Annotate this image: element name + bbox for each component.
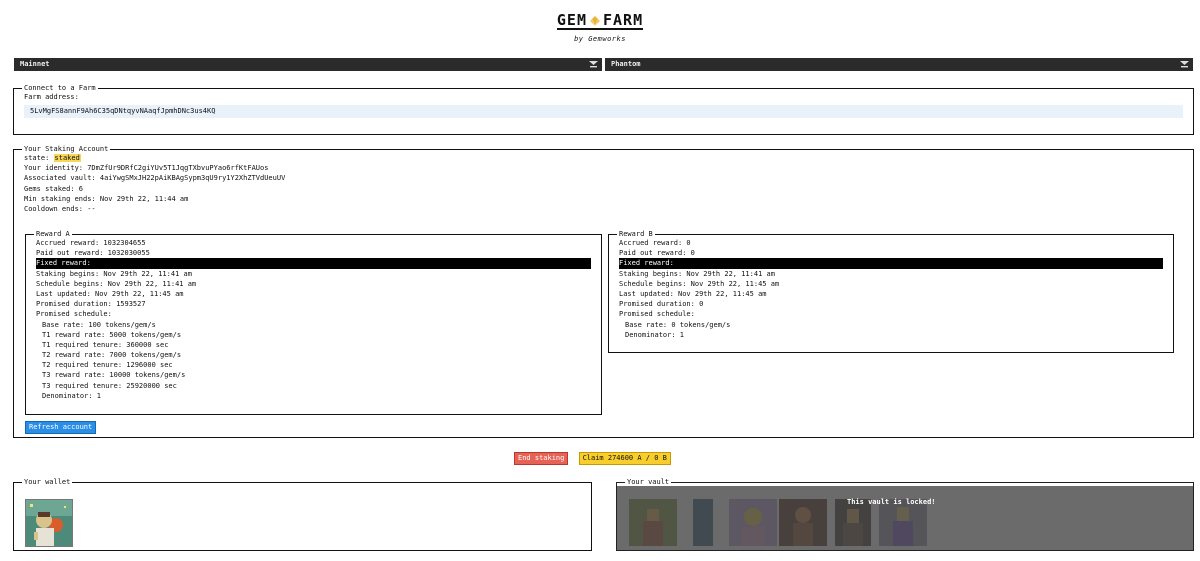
vault-locked-overlay bbox=[617, 486, 1193, 550]
refresh-row: Refresh account bbox=[25, 421, 97, 434]
reward-b-last-updated: Last updated: Nov 29th 22, 11:45 am bbox=[619, 289, 767, 298]
min-staking-ends-text: Min staking ends: Nov 29th 22, 11:44 am bbox=[24, 194, 189, 203]
reward-b-duration: Promised duration: 0 bbox=[619, 300, 704, 309]
staking-account-panel: Your Staking Account state: staked Your … bbox=[13, 145, 1194, 438]
reward-b-base-rate: Base rate: 0 tokens/gem/s bbox=[625, 320, 731, 329]
reward-a-schedule-label: Promised schedule: bbox=[36, 310, 112, 319]
vault-panel: Your vault This vault is locked! bbox=[616, 478, 1194, 551]
refresh-account-button[interactable]: Refresh account bbox=[25, 421, 97, 434]
reward-b-paid: Paid out reward: 0 bbox=[619, 249, 695, 258]
vault-address-text: Associated vault: 4aiYwgSMxJH22pAiKBAgSy… bbox=[24, 174, 286, 183]
gems-staked-text: Gems staked: 6 bbox=[24, 184, 84, 193]
app-header: GEM FARM by Gemworks bbox=[0, 12, 1200, 43]
reward-b-schedule-begins: Schedule begins: Nov 29th 22, 11:45 am bbox=[619, 279, 780, 288]
reward-a-legend: Reward A bbox=[36, 230, 70, 238]
vault-legend: Your vault bbox=[625, 478, 672, 486]
reward-a-denominator: Denominator: 1 bbox=[42, 391, 102, 400]
reward-a-accrued: Accrued reward: 1032304655 bbox=[36, 239, 146, 247]
chevron-down-icon bbox=[589, 61, 598, 69]
wallet-panel: Your wallet bbox=[13, 478, 592, 551]
reward-b-denominator: Denominator: 1 bbox=[625, 330, 685, 339]
reward-a-paid: Paid out reward: 1032030055 bbox=[36, 249, 150, 258]
reward-a-t2-rate: T2 reward rate: 7000 tokens/gem/s bbox=[42, 351, 182, 360]
action-buttons: End staking Claim 274600 A / 0 B bbox=[514, 452, 671, 465]
reward-a-t1-rate: T1 reward rate: 5000 tokens/gem/s bbox=[42, 330, 182, 339]
reward-a-fixed: Fixed reward: bbox=[36, 258, 591, 269]
farm-address-label: Farm address: bbox=[24, 93, 79, 101]
staking-account-legend: Your Staking Account bbox=[24, 145, 109, 153]
end-staking-button[interactable]: End staking bbox=[514, 452, 569, 465]
logo-text-left: GEM bbox=[556, 11, 587, 29]
reward-a-base-rate: Base rate: 100 tokens/gem/s bbox=[42, 320, 156, 329]
identity-text: Your identity: 7DmZfUr9DRfC2giYUv5T1JqgT… bbox=[24, 164, 269, 173]
reward-b-legend: Reward B bbox=[619, 230, 653, 238]
farm-address-input[interactable]: 5LvMgFS8annF9Ah6C35qDNtqyvNAaqfJpmhDNc3u… bbox=[24, 105, 1183, 119]
reward-a-t3-tenure: T3 required tenure: 25920000 sec bbox=[42, 381, 177, 390]
wallet-select-value: Phantom bbox=[611, 60, 641, 68]
reward-a-panel: Reward A Accrued reward: 1032304655 Paid… bbox=[25, 230, 602, 415]
wallet-select[interactable]: Phantom bbox=[605, 58, 1193, 71]
connect-farm-legend: Connect to a Farm bbox=[24, 84, 96, 92]
wallet-legend: Your wallet bbox=[24, 478, 71, 486]
vault-locked-message: This vault is locked! bbox=[847, 498, 936, 506]
network-select-value: Mainnet bbox=[20, 60, 50, 68]
state-badge: staked bbox=[53, 154, 81, 162]
connect-farm-panel: Connect to a Farm Farm address: 5LvMgFS8… bbox=[13, 84, 1194, 135]
reward-b-staking-begins: Staking begins: Nov 29th 22, 11:41 am bbox=[619, 269, 775, 278]
claim-button[interactable]: Claim 274600 A / 0 B bbox=[578, 452, 671, 465]
reward-a-last-updated: Last updated: Nov 29th 22, 11:45 am bbox=[36, 289, 184, 298]
logo-text-right: FARM bbox=[602, 11, 644, 29]
gem-icon bbox=[589, 14, 601, 26]
wallet-nft-tile[interactable] bbox=[25, 499, 73, 547]
reward-a-t1-tenure: T1 required tenure: 360000 sec bbox=[42, 340, 169, 349]
reward-a-duration: Promised duration: 1593527 bbox=[36, 300, 146, 309]
state-label: state: bbox=[24, 154, 50, 162]
chevron-down-icon bbox=[1180, 61, 1189, 69]
nft-character-icon bbox=[26, 500, 72, 546]
reward-b-fixed: Fixed reward: bbox=[619, 258, 1163, 269]
gemfarm-logo: GEM FARM bbox=[556, 11, 644, 30]
reward-a-staking-begins: Staking begins: Nov 29th 22, 11:41 am bbox=[36, 269, 192, 278]
reward-a-t2-tenure: T2 required tenure: 1296000 sec bbox=[42, 361, 173, 370]
network-select[interactable]: Mainnet bbox=[14, 58, 602, 71]
byline: by Gemworks bbox=[574, 35, 626, 43]
reward-b-schedule-label: Promised schedule: bbox=[619, 310, 695, 319]
reward-b-panel: Reward B Accrued reward: 0 Paid out rewa… bbox=[608, 230, 1174, 353]
state-row: state: staked bbox=[24, 153, 1183, 163]
reward-b-accrued: Accrued reward: 0 bbox=[619, 239, 691, 247]
reward-a-t3-rate: T3 reward rate: 10000 tokens/gem/s bbox=[42, 371, 186, 380]
cooldown-ends-text: Cooldown ends: -- bbox=[24, 204, 96, 213]
reward-a-schedule-begins: Schedule begins: Nov 29th 22, 11:41 am bbox=[36, 279, 197, 288]
